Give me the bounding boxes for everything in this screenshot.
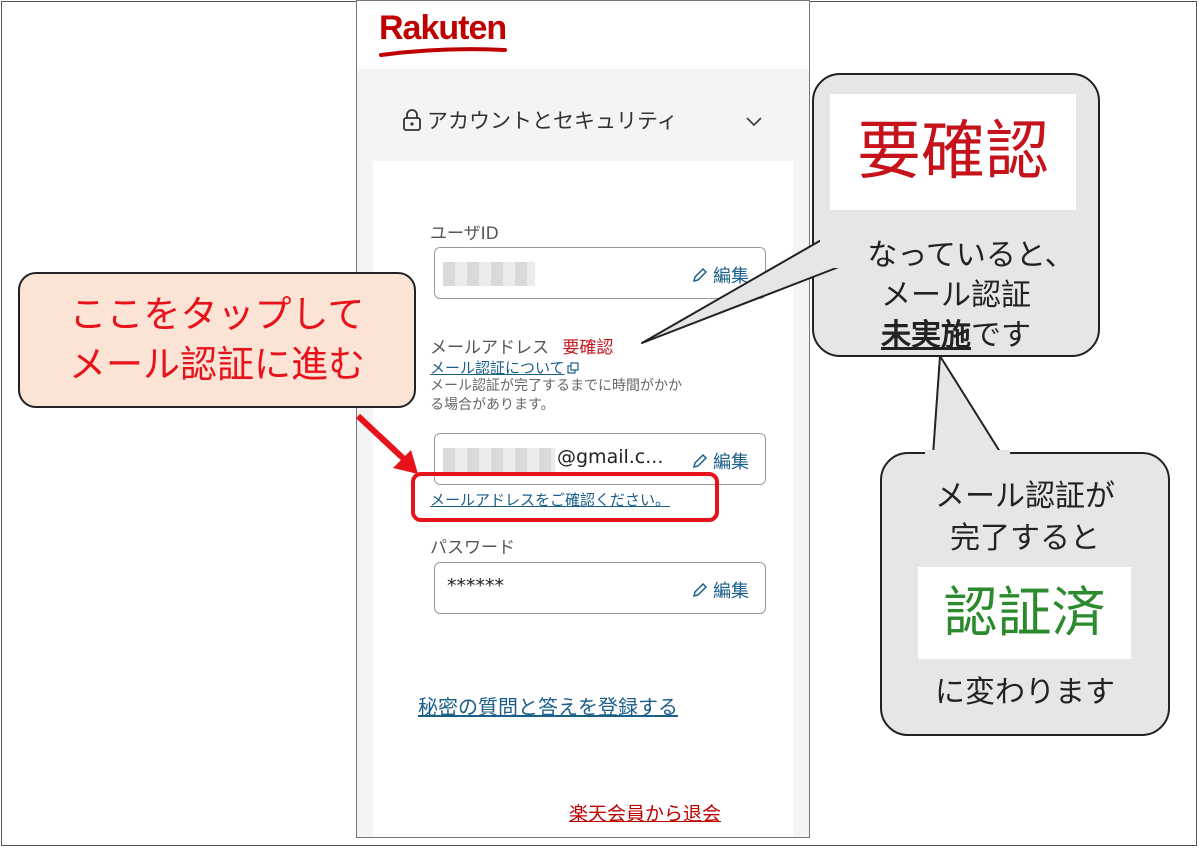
masked-user-id: [443, 262, 535, 286]
email-confirm-link[interactable]: メールアドレスをご確認ください。: [430, 489, 670, 510]
email-value: @gmail.c...: [557, 446, 664, 468]
done-line3: に変わります: [935, 675, 1115, 710]
external-link-icon: [566, 361, 579, 374]
pencil-icon: [692, 582, 708, 598]
password-field: ****** 編集: [434, 562, 766, 614]
account-security-header[interactable]: アカウントとセキュリティ: [401, 105, 678, 135]
pending-line3: 未実施です: [814, 315, 1098, 357]
pending-tail: です: [971, 318, 1031, 353]
pending-line1: になっていると、: [837, 238, 1075, 273]
user-id-edit-button[interactable]: 編集: [691, 262, 749, 288]
edit-label: 編集: [713, 581, 749, 602]
user-id-label: ユーザID: [430, 224, 499, 244]
email-field: @gmail.c... 編集: [434, 433, 766, 485]
email-label: メールアドレス: [430, 338, 549, 358]
secret-question-link[interactable]: 秘密の質問と答えを登録する: [418, 691, 678, 720]
pencil-icon: [692, 267, 708, 283]
tap-note-line2: メール認証に進む: [69, 343, 365, 386]
done-line1: メール認証が: [935, 479, 1115, 514]
pending-emphasis: 未実施: [881, 318, 971, 353]
pending-status-swatch: 要確認: [830, 94, 1076, 210]
email-note: メール認証が完了するまでに時間がかか る場合があります。: [430, 377, 682, 415]
verified-status-swatch: 認証済: [918, 567, 1131, 659]
email-status-badge: 要確認: [562, 338, 614, 358]
email-note-line2: る場合があります。: [430, 397, 555, 413]
email-note-line1: メール認証が完了するまでに時間がかか: [430, 378, 682, 394]
email-about-link[interactable]: メール認証について: [430, 357, 565, 378]
masked-email: [443, 448, 555, 472]
password-edit-button[interactable]: 編集: [691, 577, 749, 603]
user-id-field: 編集: [434, 247, 766, 299]
lock-icon: [403, 109, 421, 131]
account-card: ユーザID 編集 メールアドレス 要確認 メール認証について メール認証が完了す…: [373, 161, 793, 837]
phone-screen: Rakuten アカウントとセキュリティ ユーザID 編集 メールアドレス 要確…: [356, 0, 810, 838]
withdraw-link[interactable]: 楽天会員から退会: [569, 799, 721, 826]
logo-swoosh-icon: [379, 47, 507, 57]
edit-label: 編集: [713, 266, 749, 287]
email-about-link-row[interactable]: メール認証について: [430, 357, 579, 378]
rakuten-logo[interactable]: Rakuten: [379, 9, 507, 48]
tap-note-line1: ここをタップして: [69, 293, 365, 336]
tap-instruction-note: ここをタップして メール認証に進む: [18, 272, 416, 408]
email-label-row: メールアドレス 要確認: [430, 333, 613, 358]
password-label: パスワード: [430, 538, 515, 558]
done-line2: 完了すると: [950, 521, 1100, 556]
pending-line2: メール認証: [881, 278, 1031, 313]
password-value: ******: [447, 575, 504, 597]
edit-label: 編集: [713, 452, 749, 473]
email-edit-button[interactable]: 編集: [691, 448, 749, 474]
section-title: アカウントとセキュリティ: [427, 109, 678, 133]
chevron-down-icon[interactable]: [745, 115, 763, 127]
pencil-icon: [692, 453, 708, 469]
